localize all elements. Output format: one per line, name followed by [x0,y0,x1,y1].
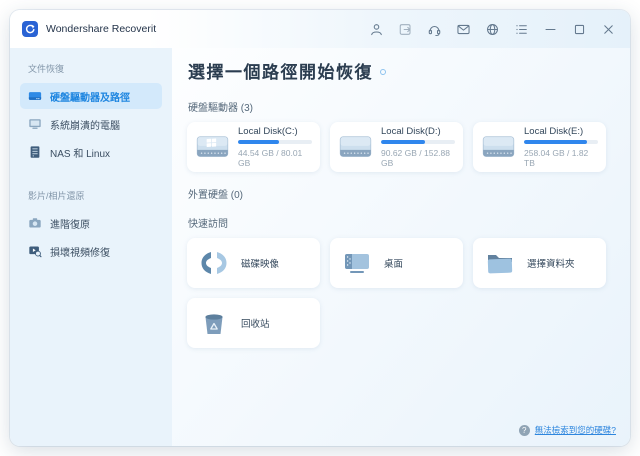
camera-icon [28,216,42,230]
recoverit-logo-icon [22,21,38,37]
page-title-row: 選擇一個路徑開始恢復 [188,58,610,83]
quick-card-label: 選擇資料夾 [527,256,575,270]
sidebar-item-crashed-computer[interactable]: 系統崩潰的電腦 [20,111,162,137]
language-globe-icon[interactable] [484,21,500,37]
disk-image-icon [199,248,229,278]
help-link-row[interactable]: ? 無法檢索到您的硬碟? [519,424,616,436]
quick-card-label: 磁碟映像 [241,256,279,270]
screen-share-icon[interactable] [397,21,413,37]
feedback-mail-icon[interactable] [455,21,471,37]
sidebar-item-label: 硬盤驅動器及路徑 [50,89,130,104]
support-headset-icon[interactable] [426,21,442,37]
sidebar-item-drives-and-paths[interactable]: 硬盤驅動器及路徑 [20,83,162,109]
menu-list-icon[interactable] [513,21,529,37]
sidebar-item-enhanced-recovery[interactable]: 進階復原 [20,210,162,236]
drive-usage-bar [238,140,312,144]
sidebar-item-nas-linux[interactable]: NAS 和 Linux [20,139,162,165]
info-icon[interactable] [380,69,386,75]
drive-usage-text: 258.04 GB / 1.82 TB [524,148,598,168]
topbar-actions [368,21,616,37]
minimize-icon[interactable] [542,21,558,37]
drive-name: Local Disk(C:) [238,126,312,137]
drive-name: Local Disk(E:) [524,126,598,137]
desktop-icon [342,248,372,278]
drive-card-e[interactable]: Local Disk(E:) 258.04 GB / 1.82 TB [473,122,606,172]
sidebar-section-photo-video: 影片/相片還原 [28,189,172,202]
drive-info: Local Disk(E:) 258.04 GB / 1.82 TB [524,126,598,168]
question-mark-icon: ? [519,425,530,436]
computer-icon [28,117,42,131]
brand: Wondershare Recoverit [22,21,156,37]
sidebar-spacer [10,167,172,189]
title-bar: Wondershare Recoverit [10,10,630,48]
close-icon[interactable] [600,21,616,37]
page-title: 選擇一個路徑開始恢復 [188,58,373,83]
drive-name: Local Disk(D:) [381,126,455,137]
drive-icon [28,89,42,103]
drive-cards-row: Local Disk(C:) 44.54 GB / 80.01 GB Local… [187,122,610,172]
sidebar-item-label: 損壞視頻修復 [50,244,110,259]
hard-drive-icon [338,132,373,162]
quick-card-desktop[interactable]: 桌面 [330,238,463,288]
recycle-bin-icon [199,308,229,338]
quick-card-recycle-bin[interactable]: 回收站 [187,298,320,348]
drive-card-c[interactable]: Local Disk(C:) 44.54 GB / 80.01 GB [187,122,320,172]
app-window: Wondershare Recoverit [10,10,630,446]
external-drives-label: 外置硬盤 (0) [188,186,610,201]
drive-info: Local Disk(C:) 44.54 GB / 80.01 GB [238,126,312,168]
quick-card-disk-image[interactable]: 磁碟映像 [187,238,320,288]
cant-find-drive-link[interactable]: 無法檢索到您的硬碟? [535,424,616,436]
quick-access-label: 快速訪問 [188,215,610,230]
video-repair-icon [28,244,42,258]
drives-section-label: 硬盤驅動器 (3) [188,99,610,114]
quick-access-cards: 磁碟映像 桌面 選擇資料夾 [187,238,610,348]
hard-drive-windows-icon [195,132,230,162]
sidebar-section-file-recovery: 文件恢復 [28,62,172,75]
sidebar-item-video-repair[interactable]: 損壞視頻修復 [20,238,162,264]
folder-icon [485,248,515,278]
quick-card-select-folder[interactable]: 選擇資料夾 [473,238,606,288]
quick-card-label: 回收站 [241,316,270,330]
sidebar-item-label: 進階復原 [50,216,90,231]
hard-drive-icon [481,132,516,162]
drive-usage-bar [524,140,598,144]
drive-card-d[interactable]: Local Disk(D:) 90.62 GB / 152.88 GB [330,122,463,172]
sidebar-item-label: NAS 和 Linux [50,145,110,160]
maximize-icon[interactable] [571,21,587,37]
quick-card-label: 桌面 [384,256,403,270]
drive-info: Local Disk(D:) 90.62 GB / 152.88 GB [381,126,455,168]
app-title: Wondershare Recoverit [46,23,156,35]
sidebar-item-label: 系統崩潰的電腦 [50,117,120,132]
main-panel: 選擇一個路徑開始恢復 硬盤驅動器 (3) Local Disk(C:) 44.5… [172,48,630,446]
sidebar: 文件恢復 硬盤驅動器及路徑 系統崩潰的電腦 [10,48,172,446]
drive-usage-text: 90.62 GB / 152.88 GB [381,148,455,168]
drive-usage-text: 44.54 GB / 80.01 GB [238,148,312,168]
nas-icon [28,145,42,159]
drive-usage-bar [381,140,455,144]
account-icon[interactable] [368,21,384,37]
